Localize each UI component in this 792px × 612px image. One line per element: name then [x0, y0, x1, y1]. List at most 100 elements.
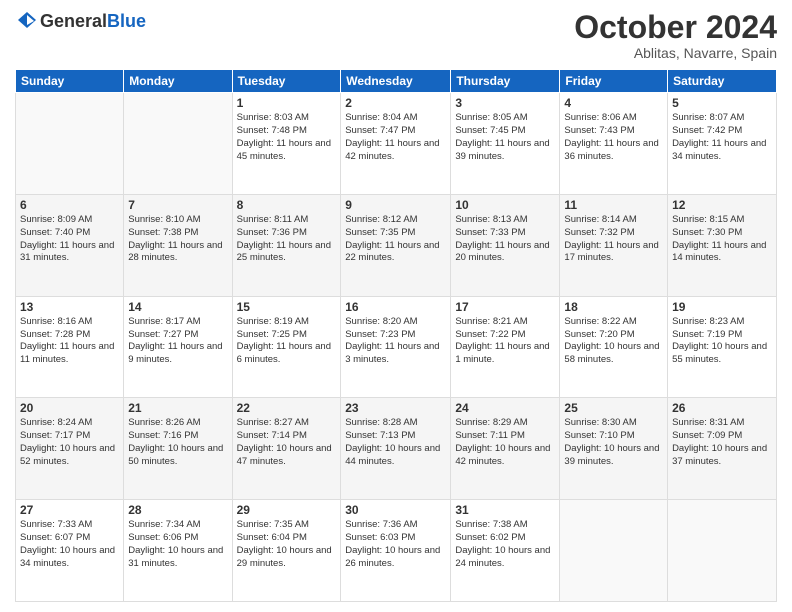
calendar-cell: 5 Sunrise: 8:07 AMSunset: 7:42 PMDaylight… [668, 93, 777, 195]
day-detail: Sunrise: 8:03 AMSunset: 7:48 PMDaylight:… [237, 112, 337, 163]
logo: GeneralBlue [15, 10, 146, 32]
day-detail: Sunrise: 8:15 AMSunset: 7:30 PMDaylight:… [672, 214, 772, 265]
calendar-week-5: 27 Sunrise: 7:33 AMSunset: 6:07 PMDayligh… [16, 500, 777, 602]
day-number: 27 [20, 503, 119, 517]
day-detail: Sunrise: 7:36 AMSunset: 6:03 PMDaylight:… [345, 519, 446, 570]
calendar-cell: 20Sunrise: 8:24 AMSunset: 7:17 PMDayligh… [16, 398, 124, 500]
day-detail: Sunrise: 8:27 AMSunset: 7:14 PMDaylight:… [237, 417, 337, 468]
calendar-cell [668, 500, 777, 602]
calendar-cell: 17 Sunrise: 8:21 AMSunset: 7:22 PMDayligh… [451, 296, 560, 398]
calendar-cell: 14 Sunrise: 8:17 AMSunset: 7:27 PMDayligh… [124, 296, 232, 398]
day-detail: Sunrise: 8:22 AMSunset: 7:20 PMDaylight:… [564, 316, 663, 367]
day-detail: Sunrise: 8:06 AMSunset: 7:43 PMDaylight:… [564, 112, 663, 163]
day-detail: Sunrise: 8:21 AMSunset: 7:22 PMDaylight:… [455, 316, 555, 367]
day-detail: Sunrise: 7:34 AMSunset: 6:06 PMDaylight:… [128, 519, 227, 570]
weekday-header-saturday: Saturday [668, 70, 777, 93]
calendar-cell: 15 Sunrise: 8:19 AMSunset: 7:25 PMDayligh… [232, 296, 341, 398]
calendar-week-4: 20Sunrise: 8:24 AMSunset: 7:17 PMDayligh… [16, 398, 777, 500]
day-detail: Sunrise: 8:14 AMSunset: 7:32 PMDaylight:… [564, 214, 663, 265]
calendar-cell: 13 Sunrise: 8:16 AMSunset: 7:28 PMDayligh… [16, 296, 124, 398]
day-detail: Sunrise: 8:23 AMSunset: 7:19 PMDaylight:… [672, 316, 772, 367]
day-number: 14 [128, 300, 227, 314]
day-detail: Sunrise: 8:13 AMSunset: 7:33 PMDaylight:… [455, 214, 555, 265]
calendar-cell: 8 Sunrise: 8:11 AMSunset: 7:36 PMDaylight… [232, 194, 341, 296]
day-number: 23 [345, 401, 446, 415]
day-number: 6 [20, 198, 119, 212]
day-detail: Sunrise: 8:09 AMSunset: 7:40 PMDaylight:… [20, 214, 119, 265]
logo-general-text: General [40, 11, 107, 31]
day-number: 21 [128, 401, 227, 415]
calendar-cell: 4Sunrise: 8:06 AMSunset: 7:43 PMDaylight… [560, 93, 668, 195]
day-detail: Sunrise: 8:17 AMSunset: 7:27 PMDaylight:… [128, 316, 227, 367]
calendar-cell: 23 Sunrise: 8:28 AMSunset: 7:13 PMDayligh… [341, 398, 451, 500]
calendar-cell: 6 Sunrise: 8:09 AMSunset: 7:40 PMDaylight… [16, 194, 124, 296]
day-detail: Sunrise: 8:10 AMSunset: 7:38 PMDaylight:… [128, 214, 227, 265]
day-number: 13 [20, 300, 119, 314]
calendar-cell: 28 Sunrise: 7:34 AMSunset: 6:06 PMDayligh… [124, 500, 232, 602]
day-number: 17 [455, 300, 555, 314]
logo-icon [16, 10, 38, 32]
day-number: 24 [455, 401, 555, 415]
day-number: 19 [672, 300, 772, 314]
calendar-cell: 1Sunrise: 8:03 AMSunset: 7:48 PMDaylight… [232, 93, 341, 195]
day-number: 29 [237, 503, 337, 517]
day-detail: Sunrise: 8:28 AMSunset: 7:13 PMDaylight:… [345, 417, 446, 468]
location: Ablitas, Navarre, Spain [574, 45, 777, 61]
day-detail: Sunrise: 8:20 AMSunset: 7:23 PMDaylight:… [345, 316, 446, 367]
calendar-cell: 31Sunrise: 7:38 AMSunset: 6:02 PMDayligh… [451, 500, 560, 602]
calendar-cell [560, 500, 668, 602]
weekday-header-friday: Friday [560, 70, 668, 93]
day-detail: Sunrise: 8:19 AMSunset: 7:25 PMDaylight:… [237, 316, 337, 367]
calendar-cell [16, 93, 124, 195]
day-detail: Sunrise: 8:04 AMSunset: 7:47 PMDaylight:… [345, 112, 446, 163]
day-number: 5 [672, 96, 772, 110]
day-number: 2 [345, 96, 446, 110]
day-number: 8 [237, 198, 337, 212]
day-number: 9 [345, 198, 446, 212]
weekday-header-wednesday: Wednesday [341, 70, 451, 93]
calendar-header-row: SundayMondayTuesdayWednesdayThursdayFrid… [16, 70, 777, 93]
calendar-cell: 9 Sunrise: 8:12 AMSunset: 7:35 PMDaylight… [341, 194, 451, 296]
day-number: 30 [345, 503, 446, 517]
calendar-week-2: 6 Sunrise: 8:09 AMSunset: 7:40 PMDaylight… [16, 194, 777, 296]
calendar-cell: 2 Sunrise: 8:04 AMSunset: 7:47 PMDaylight… [341, 93, 451, 195]
day-number: 12 [672, 198, 772, 212]
calendar-cell: 16 Sunrise: 8:20 AMSunset: 7:23 PMDayligh… [341, 296, 451, 398]
weekday-header-sunday: Sunday [16, 70, 124, 93]
day-detail: Sunrise: 8:30 AMSunset: 7:10 PMDaylight:… [564, 417, 663, 468]
day-number: 11 [564, 198, 663, 212]
calendar-cell: 3 Sunrise: 8:05 AMSunset: 7:45 PMDaylight… [451, 93, 560, 195]
logo-blue-text: Blue [107, 11, 146, 31]
day-detail: Sunrise: 8:11 AMSunset: 7:36 PMDaylight:… [237, 214, 337, 265]
day-detail: Sunrise: 8:07 AMSunset: 7:42 PMDaylight:… [672, 112, 772, 163]
day-detail: Sunrise: 7:33 AMSunset: 6:07 PMDaylight:… [20, 519, 119, 570]
calendar-cell: 27 Sunrise: 7:33 AMSunset: 6:07 PMDayligh… [16, 500, 124, 602]
day-number: 20 [20, 401, 119, 415]
day-number: 28 [128, 503, 227, 517]
header: GeneralBlue October 2024 Ablitas, Navarr… [15, 10, 777, 61]
calendar-cell: 22 Sunrise: 8:27 AMSunset: 7:14 PMDayligh… [232, 398, 341, 500]
title-block: October 2024 Ablitas, Navarre, Spain [574, 10, 777, 61]
calendar-cell: 12 Sunrise: 8:15 AMSunset: 7:30 PMDayligh… [668, 194, 777, 296]
weekday-header-tuesday: Tuesday [232, 70, 341, 93]
day-number: 22 [237, 401, 337, 415]
day-number: 16 [345, 300, 446, 314]
day-number: 15 [237, 300, 337, 314]
day-number: 7 [128, 198, 227, 212]
day-detail: Sunrise: 8:31 AMSunset: 7:09 PMDaylight:… [672, 417, 772, 468]
calendar-cell: 24Sunrise: 8:29 AMSunset: 7:11 PMDayligh… [451, 398, 560, 500]
calendar: SundayMondayTuesdayWednesdayThursdayFrid… [15, 69, 777, 602]
day-detail: Sunrise: 8:16 AMSunset: 7:28 PMDaylight:… [20, 316, 119, 367]
day-detail: Sunrise: 7:35 AMSunset: 6:04 PMDaylight:… [237, 519, 337, 570]
calendar-cell: 18Sunrise: 8:22 AMSunset: 7:20 PMDayligh… [560, 296, 668, 398]
day-number: 3 [455, 96, 555, 110]
calendar-week-3: 13 Sunrise: 8:16 AMSunset: 7:28 PMDayligh… [16, 296, 777, 398]
day-detail: Sunrise: 8:05 AMSunset: 7:45 PMDaylight:… [455, 112, 555, 163]
day-number: 10 [455, 198, 555, 212]
calendar-cell: 19 Sunrise: 8:23 AMSunset: 7:19 PMDayligh… [668, 296, 777, 398]
day-number: 26 [672, 401, 772, 415]
day-detail: Sunrise: 8:12 AMSunset: 7:35 PMDaylight:… [345, 214, 446, 265]
calendar-cell: 26 Sunrise: 8:31 AMSunset: 7:09 PMDayligh… [668, 398, 777, 500]
calendar-cell: 29 Sunrise: 7:35 AMSunset: 6:04 PMDayligh… [232, 500, 341, 602]
calendar-cell: 30 Sunrise: 7:36 AMSunset: 6:03 PMDayligh… [341, 500, 451, 602]
